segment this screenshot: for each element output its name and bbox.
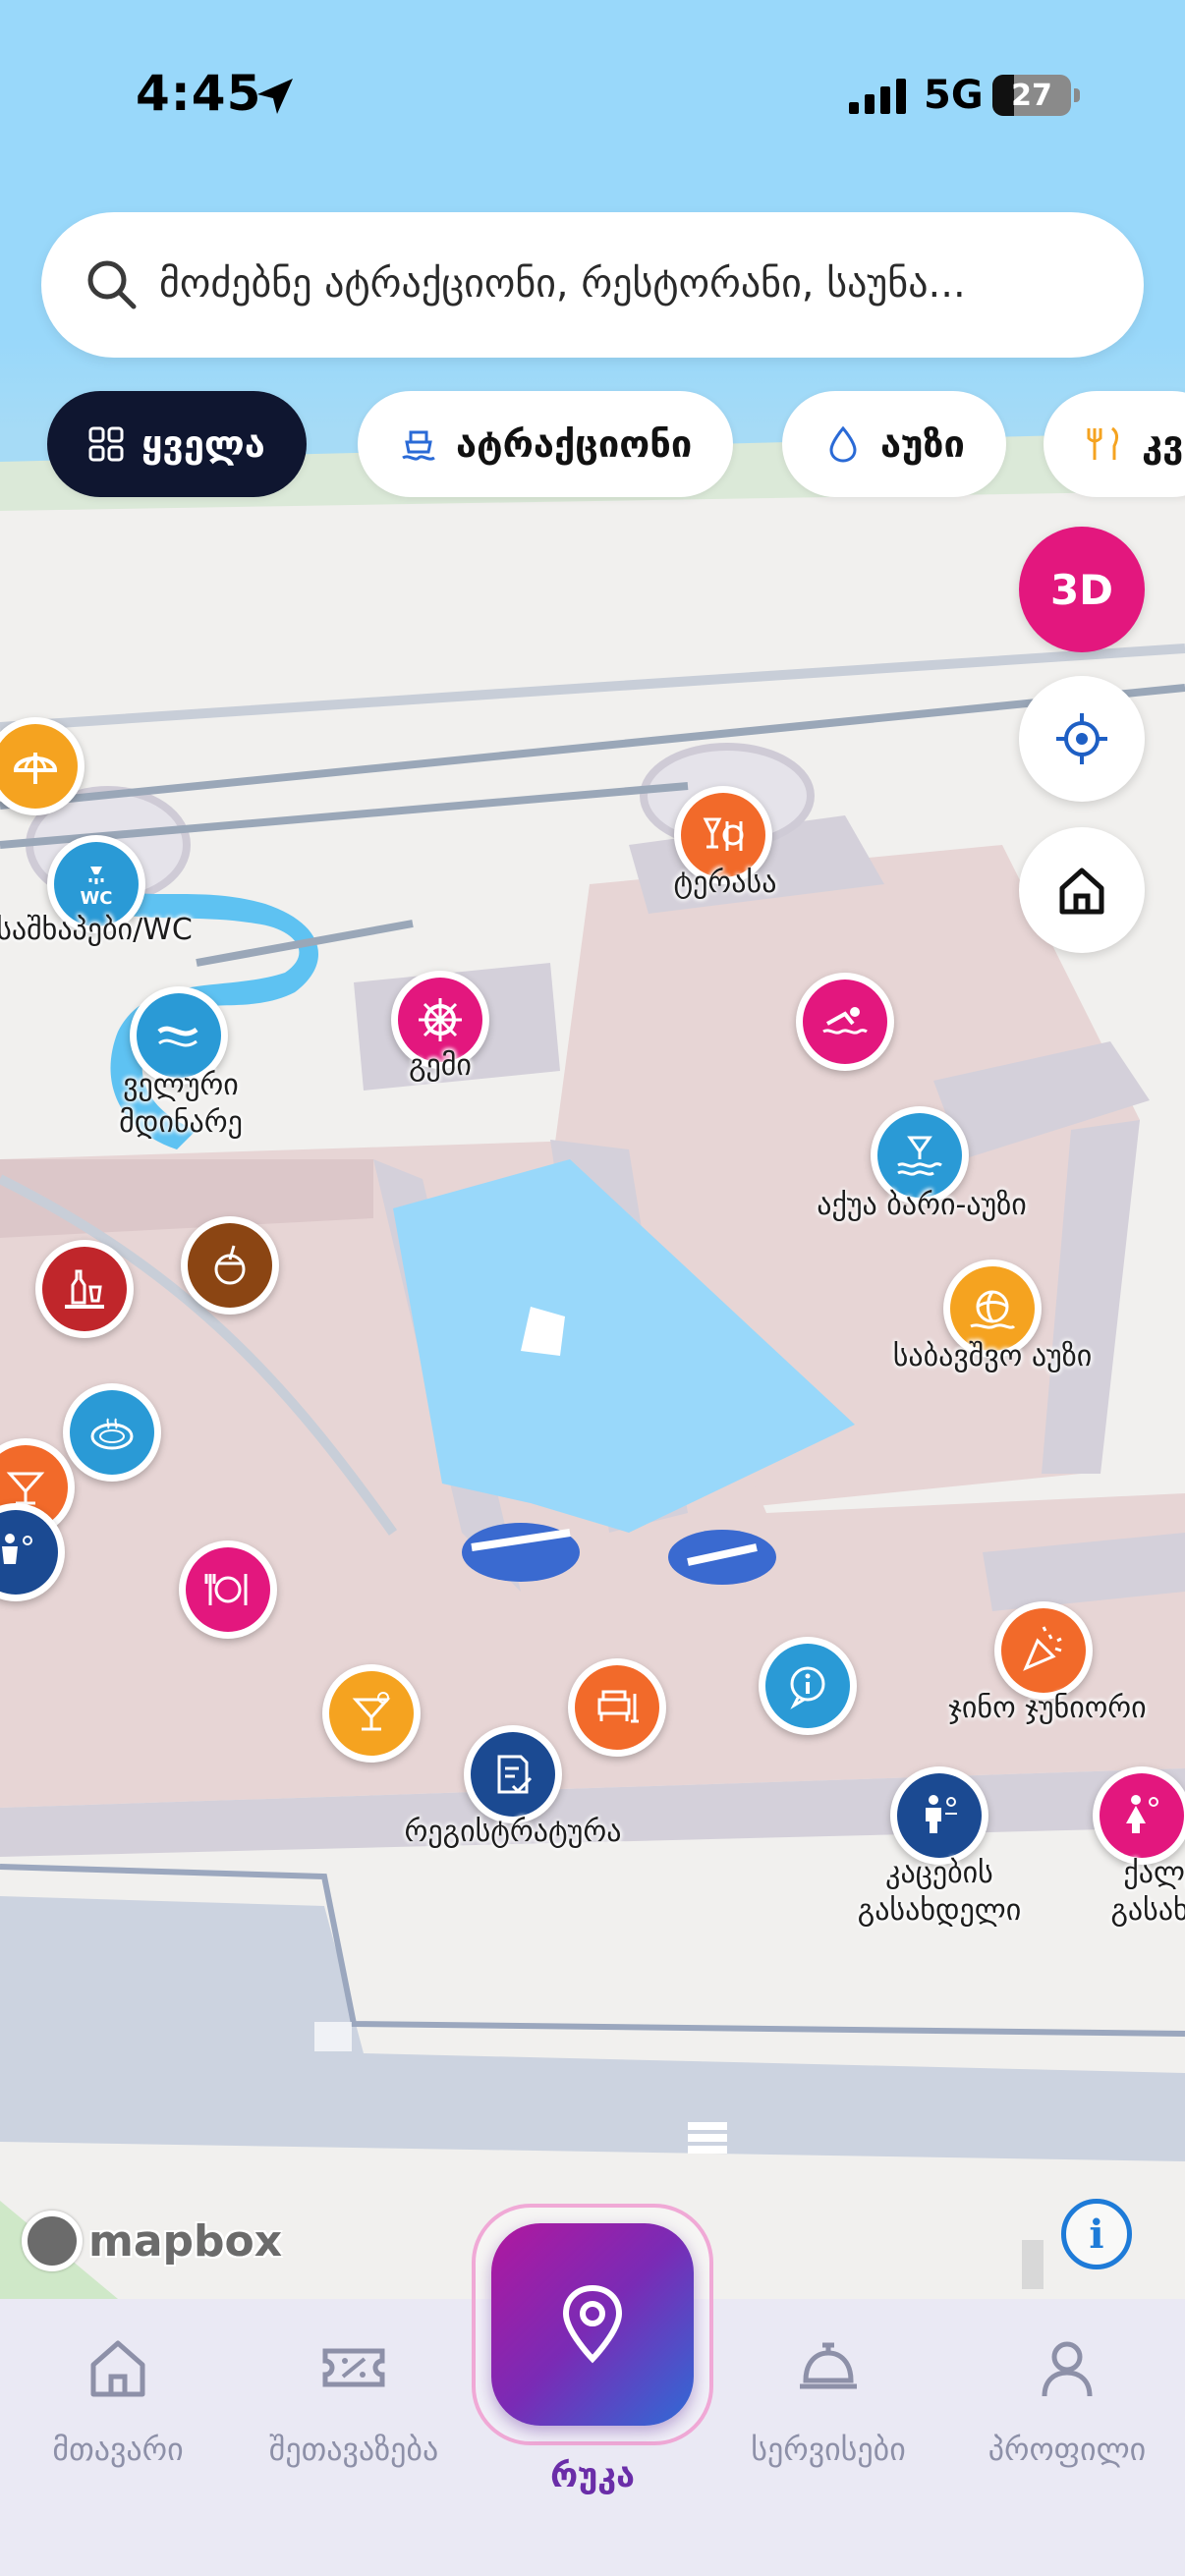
armchair-icon: [597, 1690, 639, 1723]
mapbox-logo-text: mapbox: [88, 2215, 283, 2267]
poi-label-womens-changing: ქალებ გასახდე: [1110, 1856, 1185, 1928]
poi-label-terrace: ტერასა: [673, 866, 777, 900]
mens-changing-poi[interactable]: [890, 1766, 988, 1865]
3d-toggle-label: 3D: [1049, 565, 1114, 614]
poi-label-wild-river: ველური მდინარე: [119, 1068, 243, 1140]
chip-pool[interactable]: აუზი: [782, 391, 1006, 497]
lounge-poi[interactable]: [568, 1658, 666, 1757]
nav-home-label: მთავარი: [52, 2431, 184, 2468]
poi-label-ship: გემი: [409, 1048, 472, 1083]
coconut-poi[interactable]: [181, 1216, 279, 1315]
nav-map[interactable]: [491, 2223, 694, 2426]
poi-label-aqua-bar: აქუა ბარი-აუზი: [817, 1188, 1027, 1222]
battery-level: 27: [1011, 79, 1052, 113]
mapbox-logo: mapbox: [22, 2211, 282, 2271]
home-view-button[interactable]: [1019, 827, 1145, 953]
poi-label-party: ჯინო ჯუნიორი: [948, 1691, 1147, 1725]
home-icon: [90, 2340, 145, 2397]
chip-attractions-label: ატრაქციონი: [456, 422, 693, 466]
location-arrow-icon: [257, 79, 293, 114]
water-drop-icon: [829, 425, 857, 463]
river-icon: [157, 1026, 198, 1047]
chip-all[interactable]: ყველა: [47, 391, 307, 497]
crosshair-icon: [1056, 713, 1107, 764]
location-pin-icon: [562, 2284, 623, 2364]
jacuzzi-icon: [90, 1418, 134, 1450]
locate-me-button[interactable]: [1019, 676, 1145, 802]
service-bell-icon: [800, 2342, 857, 2389]
nav-profile[interactable]: პროფილი: [949, 2328, 1185, 2468]
search-icon: [87, 260, 137, 309]
chip-all-label: ყველა: [141, 422, 265, 466]
bar-bottles-icon: [65, 1269, 104, 1309]
network-type: 5G: [924, 73, 984, 118]
search-bar[interactable]: მოძებნე ატრაქციონი, რესტორანი, საუნა...: [41, 212, 1144, 358]
poi-label-wc: საშხაპები/WC: [0, 913, 193, 947]
jacuzzi-poi[interactable]: [63, 1383, 161, 1482]
mapbox-logo-icon: [22, 2211, 83, 2271]
chip-attractions[interactable]: ატრაქციონი: [358, 391, 734, 497]
status-time: 4:45: [136, 65, 262, 122]
party-poi[interactable]: [994, 1601, 1093, 1700]
ship-wheel-icon: [419, 998, 462, 1041]
info-poi[interactable]: [759, 1637, 857, 1735]
wc-shower-icon: WC: [80, 867, 113, 909]
home-icon: [1059, 868, 1104, 915]
user-icon: [1042, 2341, 1093, 2397]
nav-services[interactable]: სერვისები: [710, 2328, 946, 2468]
chip-food-label: კვ: [1142, 422, 1184, 466]
attribution-info-button[interactable]: i: [1061, 2199, 1132, 2269]
chip-food[interactable]: კვ: [1044, 391, 1185, 497]
signal-icon: [849, 79, 906, 114]
cocktail-poi[interactable]: [322, 1664, 421, 1763]
boat-icon: [402, 430, 435, 461]
nav-home[interactable]: მთავარი: [0, 2328, 236, 2468]
nav-map-label: რუკა: [550, 2456, 635, 2495]
search-input[interactable]: მოძებნე ატრაქციონი, რესტორანი, საუნა...: [159, 261, 1122, 307]
poi-label-mens-changing: კაცების გასახდელი: [857, 1856, 1022, 1928]
coconut-icon: [214, 1245, 246, 1285]
poi-label-kids-pool: საბავშვო აუზი: [892, 1339, 1093, 1373]
nav-profile-label: პროფილი: [988, 2431, 1147, 2468]
poi-label-registration: რეგისტრატურა: [404, 1815, 622, 1849]
cocktail-wave-icon: [897, 1136, 942, 1176]
beach-ball-icon: [970, 1290, 1016, 1329]
ticket-icon: [322, 2348, 385, 2387]
restroom-icon: [2, 1534, 32, 1564]
battery-icon: 27: [992, 75, 1071, 116]
cocktail-icon: [352, 1692, 391, 1731]
fork-knife-icon: [1087, 426, 1119, 460]
plate-icon: [204, 1574, 248, 1605]
chip-pool-label: აუზი: [880, 422, 965, 466]
swim-poi[interactable]: [796, 973, 894, 1071]
bar-poi[interactable]: [35, 1240, 134, 1338]
clipboard-icon: [497, 1755, 533, 1794]
woman-icon: [1126, 1795, 1158, 1833]
womens-changing-poi[interactable]: [1093, 1766, 1185, 1865]
drinks-food-icon: [703, 817, 744, 851]
nav-services-label: სერვისები: [751, 2431, 906, 2468]
nav-offers[interactable]: შეთავაზება: [236, 2328, 472, 2468]
3d-toggle-button[interactable]: 3D: [1019, 527, 1145, 652]
grid-icon: [88, 426, 124, 462]
man-icon: [926, 1795, 957, 1833]
party-horn-icon: [1023, 1626, 1062, 1671]
registration-poi[interactable]: [464, 1725, 562, 1823]
nav-offers-label: შეთავაზება: [268, 2431, 439, 2468]
swimmer-icon: [822, 1007, 868, 1035]
svg-text:WC: WC: [80, 888, 112, 909]
restaurant-poi[interactable]: [179, 1540, 277, 1639]
umbrella-icon: [13, 753, 58, 784]
info-icon: [790, 1666, 825, 1709]
